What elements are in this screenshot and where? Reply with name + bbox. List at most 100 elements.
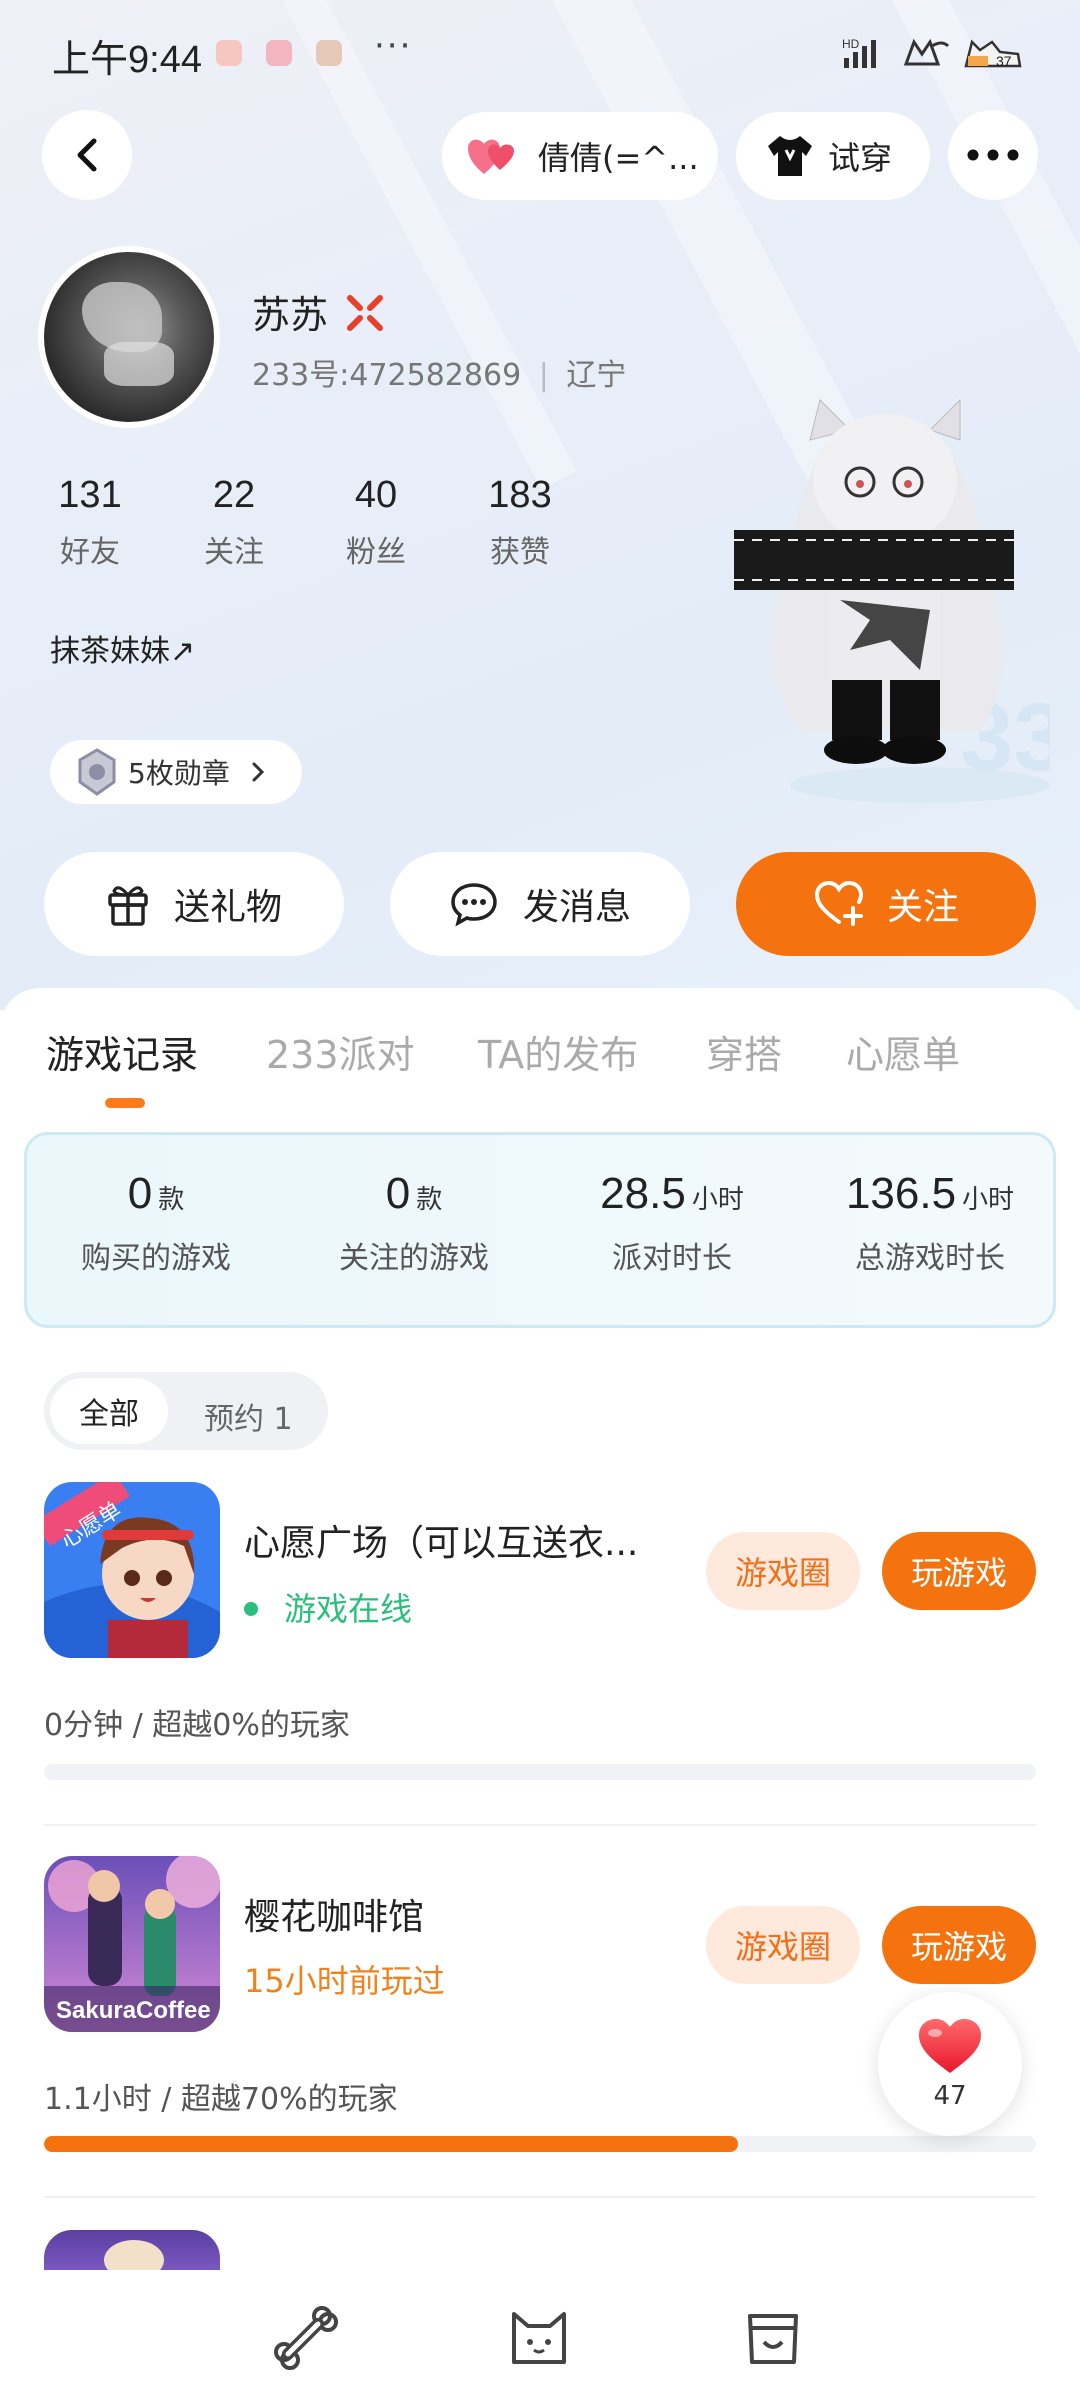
play-game-button[interactable]: 玩游戏 — [882, 1532, 1036, 1610]
stat-label: 获赞 — [490, 535, 550, 570]
cat-face-icon[interactable] — [504, 2302, 574, 2372]
summary-unit: 小时 — [962, 1185, 1015, 1215]
tab-posts[interactable]: TA的发布 — [478, 1024, 638, 1079]
summary-unit: 款 — [416, 1185, 443, 1215]
summary-value: 28.5 — [600, 1169, 686, 1218]
more-dots-icon — [967, 149, 1019, 161]
tab-game-records[interactable]: 游戏记录 — [46, 1024, 198, 1079]
game-status: 游戏在线 — [284, 1590, 413, 1628]
game-icon-partial[interactable] — [44, 2230, 220, 2270]
hearts-icon — [468, 139, 514, 174]
play-game-button[interactable]: 玩游戏 — [882, 1906, 1036, 1984]
game-title[interactable]: 心愿广场（可以互送衣... — [244, 1514, 638, 1566]
summary-label: 关注的游戏 — [339, 1241, 489, 1276]
svg-text:37: 37 — [996, 53, 1012, 69]
stat-label: 粉丝 — [346, 535, 406, 570]
avatar[interactable] — [38, 246, 220, 428]
game-status-line: 游戏在线 — [244, 1584, 412, 1630]
tab-outfits[interactable]: 穿搭 — [706, 1024, 782, 1079]
summary-party-time[interactable]: 28.5 小时 派对时长 — [543, 1169, 801, 1277]
message-icon — [451, 883, 497, 927]
status-bar: 上午9:44 ··· HD 37 — [0, 0, 1080, 104]
notification-icon — [266, 40, 292, 66]
bone-icon[interactable] — [270, 2302, 340, 2372]
try-on-label: 试穿 — [828, 139, 893, 177]
mood-status-label: 倩倩(=^... — [538, 139, 699, 177]
like-button[interactable]: 47 — [878, 1992, 1022, 2136]
game-status: 15小时前玩过 — [244, 1962, 445, 2000]
follow-button[interactable]: 关注 — [736, 852, 1036, 956]
stat-value: 183 — [488, 474, 552, 516]
signal-icon: HD — [842, 37, 876, 68]
summary-unit: 小时 — [691, 1185, 744, 1215]
notification-icon — [316, 40, 342, 66]
stat-likes[interactable]: 183 获赞 — [460, 474, 580, 571]
stat-friends[interactable]: 131 好友 — [30, 474, 150, 571]
online-dot-icon — [244, 1602, 258, 1616]
more-options-button[interactable] — [948, 110, 1038, 200]
profile-id: 233号:472582869 — [252, 358, 522, 393]
heart-plus-icon — [814, 880, 863, 926]
tab-indicator — [105, 1098, 145, 1108]
game-circle-button[interactable]: 游戏圈 — [706, 1532, 860, 1610]
summary-total-time[interactable]: 136.5 小时 总游戏时长 — [801, 1169, 1059, 1277]
filter-all[interactable]: 全部 — [50, 1378, 168, 1444]
angry-emoji-icon — [347, 295, 384, 331]
notification-icon — [216, 40, 242, 66]
game-icon-sakura-coffee[interactable]: SakuraCoffee — [44, 1856, 220, 2032]
summary-purchased[interactable]: 0款 购买的游戏 — [27, 1169, 285, 1277]
stat-value: 131 — [58, 474, 122, 516]
summary-followed[interactable]: 0款 关注的游戏 — [285, 1169, 543, 1277]
game-progress-bar — [44, 2136, 1036, 2152]
more-notifications-icon: ··· — [374, 26, 413, 66]
chevron-left-icon — [77, 138, 97, 172]
status-time: 上午9:44 — [52, 39, 202, 81]
bag-icon[interactable] — [738, 2302, 808, 2372]
mood-status-button[interactable]: 倩倩(=^... — [442, 112, 718, 200]
game-filter: 全部 预约 1 — [44, 1372, 328, 1450]
summary-value: 0 — [385, 1169, 411, 1218]
game-progress-bar — [44, 1764, 1036, 1780]
badges-label: 5枚勋章 — [128, 757, 230, 790]
badges-button[interactable]: 5枚勋章 — [50, 740, 302, 804]
tab-233-party[interactable]: 233派对 — [266, 1024, 415, 1079]
filter-reserved[interactable]: 预约 1 — [204, 1394, 293, 1438]
send-message-button[interactable]: 发消息 — [390, 852, 690, 956]
game-summary-panel: 0款 购买的游戏 0款 关注的游戏 28.5 小时 派对时长 136.5 小时 总游… — [24, 1132, 1056, 1328]
stat-value: 22 — [212, 474, 256, 516]
send-message-label: 发消息 — [522, 887, 631, 928]
summary-label: 总游戏时长 — [855, 1241, 1005, 1276]
profile-id-line: 233号:472582869 | 辽宁 — [252, 358, 627, 393]
heart-icon — [919, 2019, 981, 2073]
svg-text:HD: HD — [842, 37, 860, 51]
divider — [44, 1824, 1036, 1826]
back-button[interactable] — [42, 110, 132, 200]
avatar-character-image: 33 — [734, 398, 1050, 803]
stat-following[interactable]: 22 关注 — [174, 474, 294, 571]
summary-label: 购买的游戏 — [81, 1241, 231, 1276]
stat-value: 40 — [354, 474, 398, 516]
profile-bio[interactable]: 抹茶妹妹↗ — [50, 626, 195, 670]
svg-text:SakuraCoffee: SakuraCoffee — [56, 1997, 211, 2024]
like-count: 47 — [933, 2081, 967, 2111]
game-circle-button[interactable]: 游戏圈 — [706, 1906, 860, 1984]
profile-name-text: 苏苏 — [252, 293, 329, 337]
chevron-right-icon — [252, 762, 264, 782]
tab-wishlist[interactable]: 心愿单 — [846, 1024, 960, 1079]
divider — [44, 2196, 1036, 2198]
game-playtime-info: 1.1小时 / 超越70%的玩家 — [44, 2082, 398, 2117]
profile-region: 辽宁 — [566, 358, 627, 393]
battery-icon: 37 — [964, 39, 1022, 69]
profile-name: 苏苏 — [252, 284, 386, 339]
stat-fans[interactable]: 40 粉丝 — [316, 474, 436, 571]
game-title[interactable]: 樱花咖啡馆 — [244, 1888, 424, 1940]
stat-label: 好友 — [60, 535, 120, 570]
summary-value: 0 — [127, 1169, 153, 1218]
game-icon-wish-plaza[interactable]: 心愿单 — [44, 1482, 220, 1658]
summary-label: 派对时长 — [612, 1241, 732, 1276]
try-on-button[interactable]: 试穿 — [736, 112, 930, 200]
gift-icon — [108, 886, 148, 926]
summary-value: 136.5 — [845, 1169, 957, 1218]
send-gift-button[interactable]: 送礼物 — [44, 852, 344, 956]
summary-unit: 款 — [158, 1185, 185, 1215]
